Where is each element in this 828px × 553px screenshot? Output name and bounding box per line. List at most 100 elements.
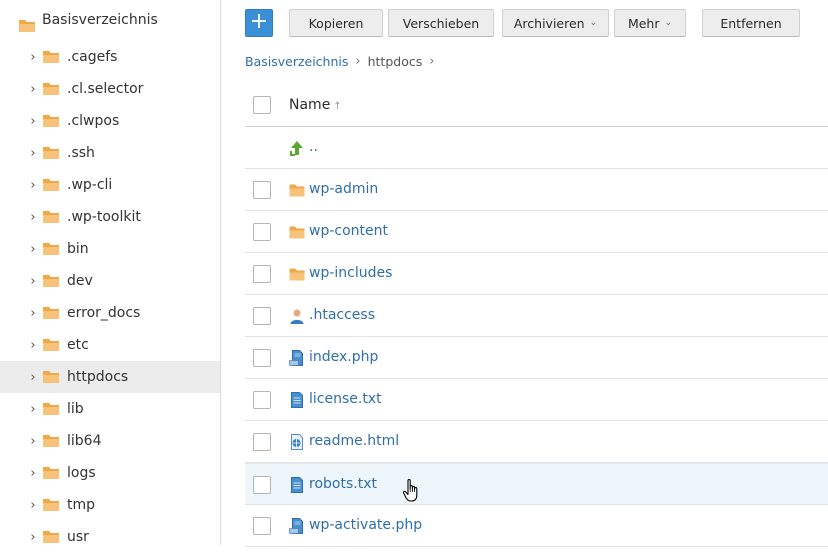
file-name-link[interactable]: .htaccess	[309, 295, 375, 336]
file-row[interactable]: .htaccess	[245, 295, 828, 337]
tree-root-item[interactable]: Basisverzeichnis	[18, 12, 158, 36]
file-name-link[interactable]: wp-includes	[309, 253, 392, 294]
sidebar-item-dot-cagefs[interactable]: › .cagefs	[0, 41, 220, 73]
sidebar-item-logs[interactable]: › logs	[0, 457, 220, 489]
text-file-icon	[291, 477, 303, 493]
file-row[interactable]: license.txt	[245, 379, 828, 421]
move-button-label: Verschieben	[402, 15, 480, 31]
file-row[interactable]: robots.txt	[245, 463, 828, 505]
row-checkbox[interactable]	[253, 349, 271, 367]
sidebar-item-dot-wp-toolkit[interactable]: › .wp-toolkit	[0, 201, 220, 233]
chevron-right-icon: ›	[355, 53, 361, 69]
folder-icon	[43, 467, 59, 479]
move-button[interactable]: Verschieben	[388, 9, 494, 37]
sidebar-item-dot-clwpos[interactable]: › .clwpos	[0, 105, 220, 137]
file-row[interactable]: wp-includes	[245, 253, 828, 295]
sidebar-item-lib[interactable]: › lib	[0, 393, 220, 425]
sidebar-item-dot-wp-cli[interactable]: › .wp-cli	[0, 169, 220, 201]
chevron-down-icon: ⌄	[664, 18, 673, 28]
folder-icon	[289, 184, 305, 197]
file-name-link[interactable]: robots.txt	[309, 464, 377, 505]
row-checkbox[interactable]	[253, 223, 271, 241]
chevron-right-icon[interactable]: ›	[28, 393, 38, 425]
sidebar-item-httpdocs[interactable]: › httpdocs	[0, 361, 220, 393]
chevron-right-icon[interactable]: ›	[28, 73, 38, 105]
chevron-right-icon[interactable]: ›	[28, 329, 38, 361]
chevron-right-icon[interactable]: ›	[28, 489, 38, 521]
chevron-right-icon[interactable]: ›	[28, 361, 38, 393]
parent-directory-row[interactable]: ..	[245, 127, 828, 169]
chevron-right-icon[interactable]: ›	[28, 201, 38, 233]
select-all-checkbox[interactable]	[253, 96, 271, 114]
chevron-right-icon[interactable]: ›	[28, 137, 38, 169]
row-checkbox[interactable]	[253, 265, 271, 283]
folder-icon	[43, 531, 59, 543]
folder-icon	[43, 51, 59, 63]
row-checkbox[interactable]	[253, 307, 271, 325]
file-row[interactable]: wp-activate.php	[245, 505, 828, 547]
sidebar-item-lib64[interactable]: › lib64	[0, 425, 220, 457]
sidebar-item-etc[interactable]: › etc	[0, 329, 220, 361]
chevron-right-icon[interactable]: ›	[28, 233, 38, 265]
tree-root-label: Basisverzeichnis	[42, 12, 158, 28]
file-row[interactable]: readme.html	[245, 421, 828, 463]
chevron-right-icon[interactable]: ›	[28, 265, 38, 297]
row-checkbox[interactable]	[253, 181, 271, 199]
file-name-link[interactable]: wp-admin	[309, 169, 378, 210]
copy-button-label: Kopieren	[308, 15, 364, 31]
file-row[interactable]: wp-admin	[245, 169, 828, 211]
archive-dropdown-button[interactable]: Archivieren ⌄	[502, 9, 609, 37]
copy-button[interactable]: Kopieren	[289, 9, 383, 37]
sidebar-item-label: .ssh	[67, 145, 95, 161]
folder-icon	[43, 211, 59, 223]
file-name-link[interactable]: wp-content	[309, 211, 388, 252]
chevron-right-icon[interactable]: ›	[28, 521, 38, 553]
file-name-link[interactable]: readme.html	[309, 421, 399, 462]
folder-icon	[43, 403, 59, 415]
remove-button-label: Entfernen	[720, 15, 782, 31]
chevron-down-icon: ⌄	[589, 18, 598, 28]
sort-ascending-icon: ↑	[333, 101, 342, 112]
file-row[interactable]: index.php	[245, 337, 828, 379]
sidebar-item-label: logs	[67, 465, 96, 481]
sidebar-item-label: bin	[67, 241, 89, 257]
chevron-right-icon[interactable]: ›	[28, 457, 38, 489]
remove-button[interactable]: Entfernen	[702, 9, 800, 37]
sidebar-item-tmp[interactable]: › tmp	[0, 489, 220, 521]
sidebar-item-label: .wp-toolkit	[67, 209, 141, 225]
add-button[interactable]: +	[245, 9, 273, 37]
sidebar-item-dot-ssh[interactable]: › .ssh	[0, 137, 220, 169]
sidebar-item-dot-cl-selector[interactable]: › .cl.selector	[0, 73, 220, 105]
chevron-right-icon[interactable]: ›	[28, 425, 38, 457]
name-column-header[interactable]: Name ↑	[289, 84, 342, 126]
breadcrumb-root-link[interactable]: Basisverzeichnis	[245, 54, 348, 69]
folder-icon	[43, 243, 59, 255]
folder-icon	[43, 435, 59, 447]
file-name-link[interactable]: wp-activate.php	[309, 505, 422, 546]
sidebar-item-label: error_docs	[67, 305, 141, 321]
sidebar-item-label: dev	[67, 273, 93, 289]
chevron-right-icon[interactable]: ›	[28, 105, 38, 137]
sidebar-item-label: lib	[67, 401, 84, 417]
folder-icon	[289, 226, 305, 239]
file-name-link[interactable]: index.php	[309, 337, 378, 378]
row-checkbox[interactable]	[253, 517, 271, 535]
breadcrumb-current[interactable]: httpdocs	[368, 54, 423, 69]
chevron-right-icon[interactable]: ›	[28, 169, 38, 201]
sidebar-item-usr[interactable]: › usr	[0, 521, 220, 553]
chevron-right-icon[interactable]: ›	[28, 41, 38, 73]
chevron-right-icon[interactable]: ›	[28, 297, 38, 329]
sidebar-item-dev[interactable]: › dev	[0, 265, 220, 297]
more-dropdown-button[interactable]: Mehr ⌄	[614, 9, 686, 37]
sidebar-item-label: .cagefs	[67, 49, 118, 65]
file-row[interactable]: wp-content	[245, 211, 828, 253]
file-name-link[interactable]: license.txt	[309, 379, 382, 420]
sidebar-item-bin[interactable]: › bin	[0, 233, 220, 265]
parent-directory-link[interactable]: ..	[309, 127, 318, 168]
row-checkbox[interactable]	[253, 433, 271, 451]
sidebar-item-error-docs[interactable]: › error_docs	[0, 297, 220, 329]
chevron-right-icon: ›	[429, 53, 435, 69]
row-checkbox[interactable]	[253, 476, 271, 494]
sidebar-item-label: etc	[67, 337, 89, 353]
row-checkbox[interactable]	[253, 391, 271, 409]
